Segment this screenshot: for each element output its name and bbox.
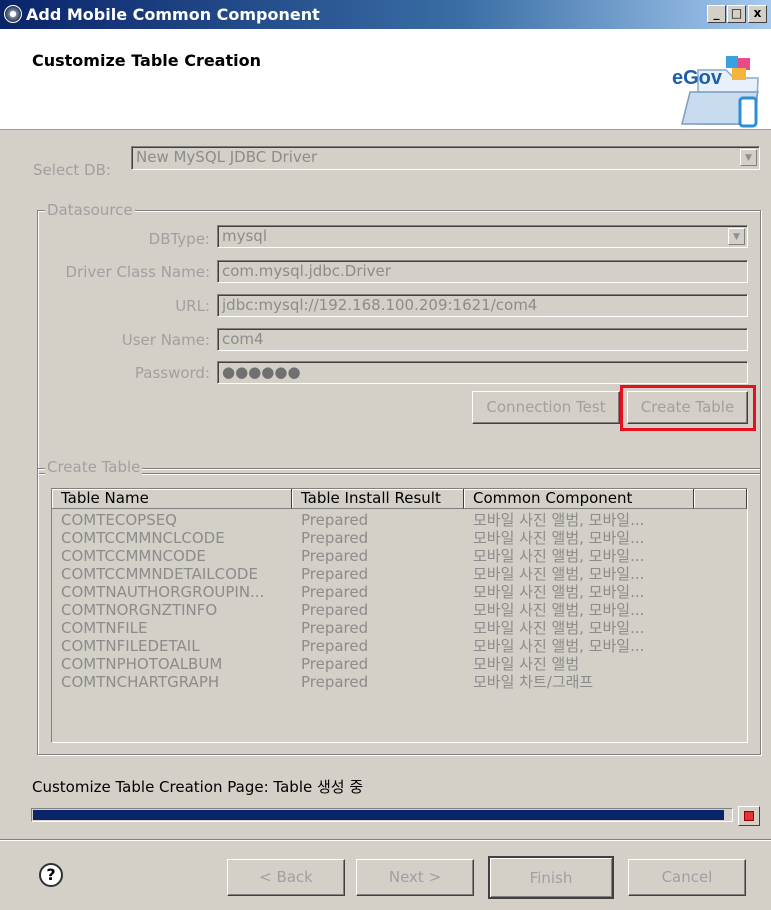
dbtype-label: DBType:	[148, 230, 210, 248]
select-db-combo[interactable]: New MySQL JDBC Driver ▼	[131, 146, 760, 170]
title-bar: Add Mobile Common Component _ □ x	[0, 0, 771, 29]
cell-common-component: 모바일 차트/그래프	[473, 673, 594, 691]
password-label: Password:	[134, 364, 210, 382]
back-button[interactable]: < Back	[227, 859, 345, 896]
close-button[interactable]: x	[748, 5, 767, 23]
cell-common-component: 모바일 사진 앨범, 모바일...	[473, 511, 645, 529]
help-icon[interactable]: ?	[39, 863, 63, 887]
footer-divider	[0, 839, 771, 841]
column-header-install-result[interactable]: Table Install Result	[292, 489, 464, 509]
table-row[interactable]: COMTNORGNZTINFO Prepared 모바일 사진 앨범, 모바일.…	[52, 601, 747, 619]
cell-common-component: 모바일 사진 앨범, 모바일...	[473, 529, 645, 547]
column-header-filler	[694, 489, 747, 509]
finish-button[interactable]: Finish	[488, 856, 614, 899]
cell-install-result: Prepared	[301, 637, 369, 655]
cell-install-result: Prepared	[301, 547, 369, 565]
cell-install-result: Prepared	[301, 511, 369, 529]
cancel-button[interactable]: Cancel	[628, 859, 746, 896]
progress-bar	[31, 808, 733, 822]
cell-common-component: 모바일 사진 앨범	[473, 655, 580, 673]
wizard-header: Customize Table Creation eGov	[0, 29, 771, 130]
password-field[interactable]: ●●●●●●	[217, 361, 748, 384]
cell-install-result: Prepared	[301, 655, 369, 673]
cell-common-component: 모바일 사진 앨범, 모바일...	[473, 619, 645, 637]
cell-table-name: COMTNFILE	[61, 619, 148, 637]
cell-table-name: COMTNCHARTGRAPH	[61, 673, 220, 691]
cell-table-name: COMTNAUTHORGROUPIN...	[61, 583, 265, 601]
table-row[interactable]: COMTECOPSEQ Prepared 모바일 사진 앨범, 모바일...	[52, 511, 747, 529]
cell-common-component: 모바일 사진 앨범, 모바일...	[473, 565, 645, 583]
dbtype-combo[interactable]: mysql ▼	[217, 225, 748, 248]
table-row[interactable]: COMTCCMMNCLCODE Prepared 모바일 사진 앨범, 모바일.…	[52, 529, 747, 547]
cell-install-result: Prepared	[301, 619, 369, 637]
column-header-common-component[interactable]: Common Component	[464, 489, 694, 509]
column-header-table-name[interactable]: Table Name	[52, 489, 292, 509]
table-row[interactable]: COMTNFILEDETAIL Prepared 모바일 사진 앨범, 모바일.…	[52, 637, 747, 655]
select-db-value: New MySQL JDBC Driver	[136, 148, 318, 166]
user-name-label: User Name:	[121, 331, 210, 349]
maximize-button[interactable]: □	[727, 5, 746, 23]
table-row[interactable]: COMTCCMMNDETAILCODE Prepared 모바일 사진 앨범, …	[52, 565, 747, 583]
datasource-legend: Datasource	[45, 201, 135, 219]
dbtype-value: mysql	[222, 227, 267, 245]
cell-install-result: Prepared	[301, 529, 369, 547]
next-button[interactable]: Next >	[356, 859, 474, 896]
select-db-dropdown-icon[interactable]: ▼	[740, 149, 757, 166]
connection-test-button[interactable]: Connection Test	[472, 391, 620, 424]
window-title: Add Mobile Common Component	[26, 5, 320, 24]
stop-button[interactable]	[738, 806, 760, 826]
cell-install-result: Prepared	[301, 565, 369, 583]
cell-table-name: COMTECOPSEQ	[61, 511, 177, 529]
cell-common-component: 모바일 사진 앨범, 모바일...	[473, 637, 645, 655]
egov-logo-icon: eGov	[672, 56, 760, 128]
egov-logo-text: eGov	[672, 67, 723, 89]
create-table-list[interactable]: Table Name Table Install Result Common C…	[51, 488, 748, 743]
cell-common-component: 모바일 사진 앨범, 모바일...	[473, 583, 645, 601]
stop-icon	[744, 811, 754, 821]
app-icon	[4, 5, 22, 23]
cell-table-name: COMTCCMMNCLCODE	[61, 529, 225, 547]
cell-table-name: COMTNPHOTOALBUM	[61, 655, 223, 673]
create-table-highlight	[620, 385, 756, 431]
progress-fill	[33, 810, 724, 820]
cell-common-component: 모바일 사진 앨범, 모바일...	[473, 601, 645, 619]
table-row[interactable]: COMTNAUTHORGROUPIN... Prepared 모바일 사진 앨범…	[52, 583, 747, 601]
table-row[interactable]: COMTNFILE Prepared 모바일 사진 앨범, 모바일...	[52, 619, 747, 637]
page-title: Customize Table Creation	[32, 51, 261, 70]
table-row[interactable]: COMTNPHOTOALBUM Prepared 모바일 사진 앨범	[52, 655, 747, 673]
cell-install-result: Prepared	[301, 673, 369, 691]
cell-table-name: COMTCCMMNCODE	[61, 547, 206, 565]
table-row[interactable]: COMTNCHARTGRAPH Prepared 모바일 차트/그래프	[52, 673, 747, 691]
minimize-button[interactable]: _	[707, 5, 726, 23]
cell-table-name: COMTNFILEDETAIL	[61, 637, 200, 655]
cell-install-result: Prepared	[301, 601, 369, 619]
user-name-field[interactable]: com4	[217, 328, 748, 351]
cell-table-name: COMTNORGNZTINFO	[61, 601, 218, 619]
driver-class-field[interactable]: com.mysql.jdbc.Driver	[217, 260, 748, 283]
status-message: Customize Table Creation Page: Table 생성 …	[32, 778, 364, 796]
cell-table-name: COMTCCMMNDETAILCODE	[61, 565, 258, 583]
driver-class-label: Driver Class Name:	[65, 263, 210, 281]
create-table-legend: Create Table	[45, 458, 143, 476]
table-row[interactable]: COMTCCMMNCODE Prepared 모바일 사진 앨범, 모바일...	[52, 547, 747, 565]
url-label: URL:	[175, 297, 210, 315]
cell-install-result: Prepared	[301, 583, 369, 601]
url-field[interactable]: jdbc:mysql://192.168.100.209:1621/com4	[217, 294, 748, 317]
dbtype-dropdown-icon[interactable]: ▼	[728, 228, 745, 245]
select-db-label: Select DB:	[33, 161, 111, 179]
cell-common-component: 모바일 사진 앨범, 모바일...	[473, 547, 645, 565]
